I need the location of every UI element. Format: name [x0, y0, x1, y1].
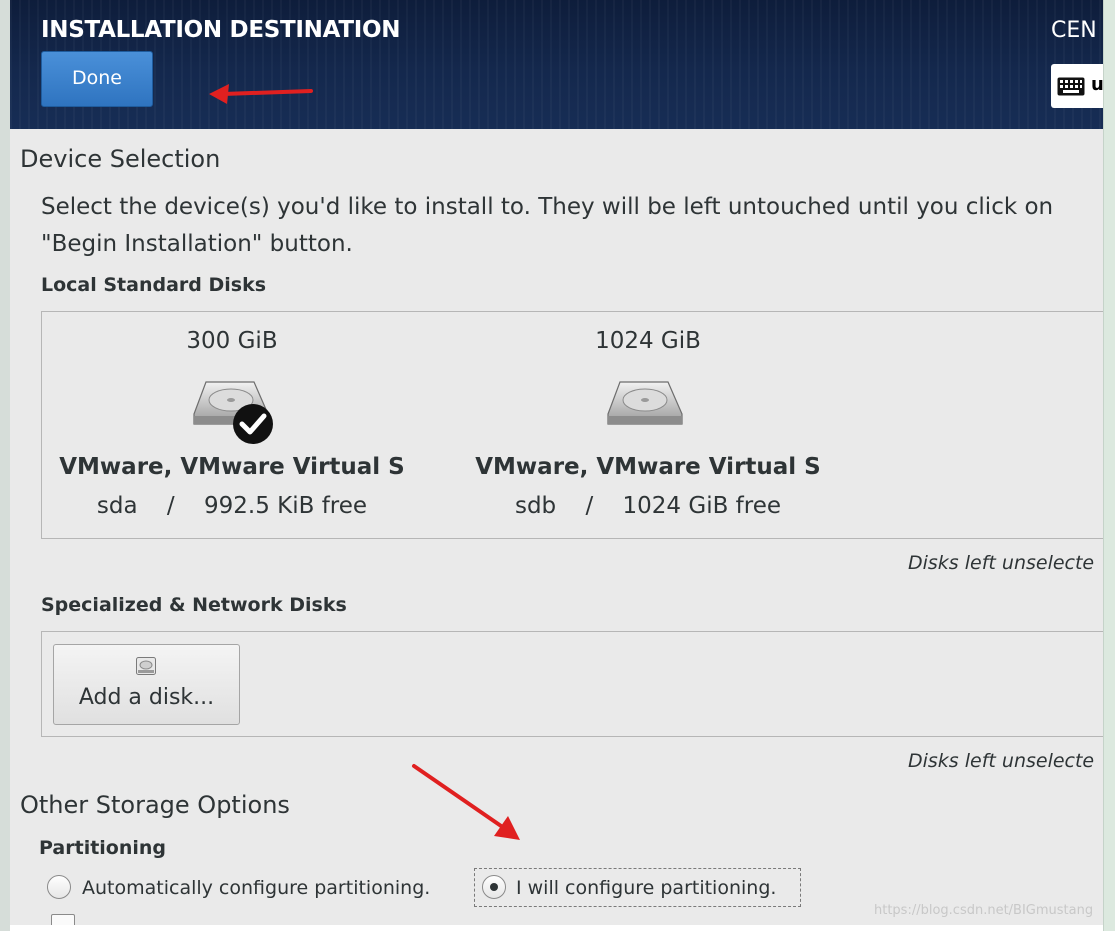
add-disk-button[interactable]: Add a disk... [53, 644, 240, 725]
specialized-disks-heading: Specialized & Network Disks [41, 594, 347, 616]
device-selection-description: Select the device(s) you'd like to insta… [41, 189, 1053, 263]
left-border [0, 0, 10, 931]
annotation-arrow-done [209, 84, 313, 104]
scrollbar-track[interactable] [1103, 0, 1115, 931]
auto-partitioning-label: Automatically configure partitioning. [82, 877, 431, 899]
disk-size: 1024 GiB [595, 328, 701, 354]
disk-tile-sdb[interactable]: 1024 GiB VMware, VMware Virtual S sdb / … [458, 312, 838, 540]
disk-details: sda / 992.5 KiB free [42, 493, 422, 519]
keyboard-layout-indicator[interactable]: u [1051, 64, 1103, 108]
device-selection-heading: Device Selection [20, 145, 221, 173]
other-storage-heading: Other Storage Options [20, 791, 290, 819]
hard-disk-icon [193, 381, 273, 444]
disk-name: VMware, VMware Virtual S [59, 454, 405, 480]
watermark: https://blog.csdn.net/BIGmustang [874, 903, 1094, 918]
disk-size: 300 GiB [186, 328, 278, 354]
partitioning-heading: Partitioning [39, 837, 167, 859]
bottom-strip [10, 925, 1103, 931]
radio-button-selected[interactable] [482, 875, 506, 899]
disk-separator: / [585, 493, 594, 519]
description-line-2: "Begin Installation" button. [41, 231, 353, 257]
product-name: CEN [1051, 18, 1097, 43]
local-disks-heading: Local Standard Disks [41, 274, 267, 296]
disk-device: sdb [514, 493, 557, 519]
auto-partitioning-option[interactable]: Automatically configure partitioning. [47, 869, 457, 909]
page-title: INSTALLATION DESTINATION [41, 17, 401, 43]
description-line-1: Select the device(s) you'd like to insta… [41, 194, 1054, 220]
disk-name: VMware, VMware Virtual S [475, 454, 821, 480]
disk-separator: / [166, 493, 175, 519]
radio-button[interactable] [47, 875, 71, 899]
installer-window: INSTALLATION DESTINATION Done CEN u Devi… [0, 0, 1115, 931]
header-bar: INSTALLATION DESTINATION Done CEN u [10, 0, 1103, 129]
disk-device: sda [96, 493, 138, 519]
content-area: Device Selection Select the device(s) yo… [10, 129, 1103, 925]
radio-selected-dot [490, 883, 498, 891]
disk-details: sdb / 1024 GiB free [458, 493, 838, 519]
manual-partitioning-label: I will configure partitioning. [516, 877, 777, 899]
specialized-disks-panel: Add a disk... [41, 631, 1103, 737]
keyboard-layout-label: u [1091, 74, 1103, 95]
local-disks-panel: 300 GiB VMware, VMware Virtual S sda / 9… [41, 311, 1103, 539]
manual-partitioning-option[interactable]: I will configure partitioning. [482, 869, 802, 909]
specialized-disks-note: Disks left unselecte [908, 750, 1095, 772]
disk-icon [136, 657, 156, 675]
keyboard-icon [1057, 77, 1085, 96]
annotation-arrow-manual [412, 764, 520, 840]
disk-free-space: 1024 GiB free [622, 493, 782, 519]
disk-free-space: 992.5 KiB free [203, 493, 368, 519]
reclaim-space-checkbox[interactable] [51, 914, 75, 925]
done-button[interactable]: Done [41, 51, 153, 107]
local-disks-note: Disks left unselecte [908, 552, 1095, 574]
add-disk-label: Add a disk... [78, 685, 215, 710]
hard-disk-icon [607, 381, 683, 425]
disk-tile-sda[interactable]: 300 GiB VMware, VMware Virtual S sda / 9… [42, 312, 422, 540]
